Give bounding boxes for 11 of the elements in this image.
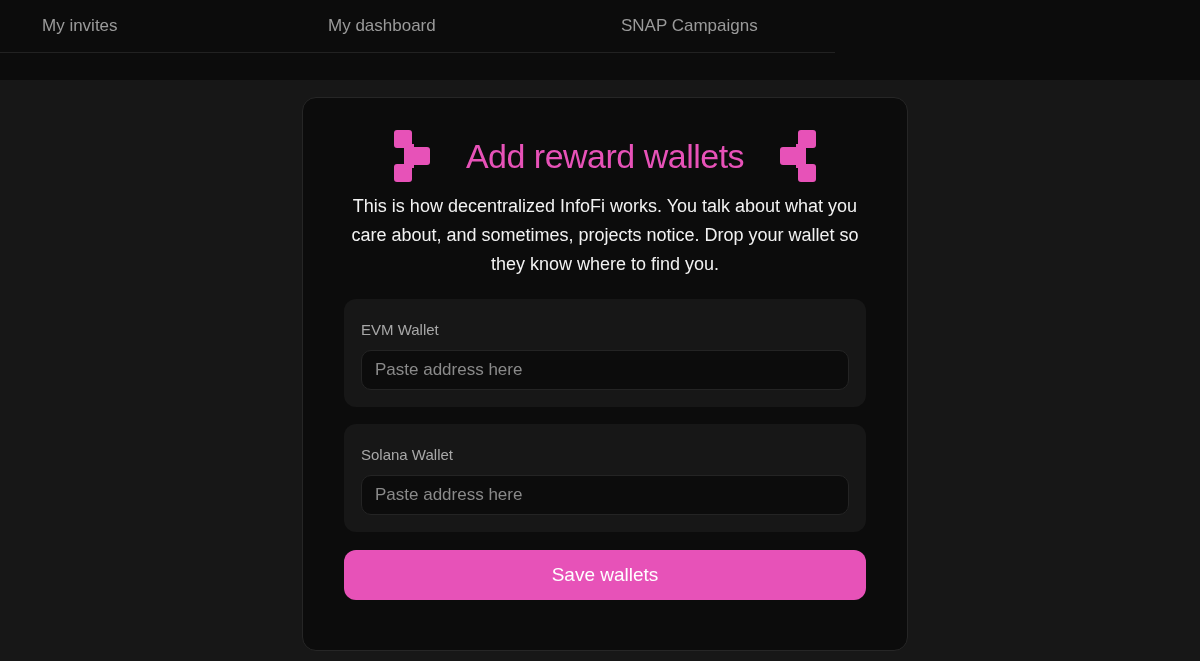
field-label: EVM Wallet: [361, 321, 440, 338]
address-field[interactable]: Paste address here: [361, 475, 849, 515]
nav-tab[interactable]: SNAP Campaigns: [579, 0, 835, 52]
card-description: This is how decentralized InfoFi works. You talk about what you care about, and sometimes, projects notice. Drop your wallet so they know where to find you.: [350, 195, 860, 276]
nav-tab[interactable]: My invites: [0, 0, 286, 52]
nav-tab[interactable]: My dashboard: [286, 0, 579, 52]
field-label: Solana Wallet: [361, 446, 454, 463]
block-logo-icon: [393, 130, 430, 182]
address-field[interactable]: Paste address here: [361, 350, 849, 390]
card-title: Add reward wallets: [465, 136, 745, 176]
block-logo-icon: [780, 130, 817, 182]
